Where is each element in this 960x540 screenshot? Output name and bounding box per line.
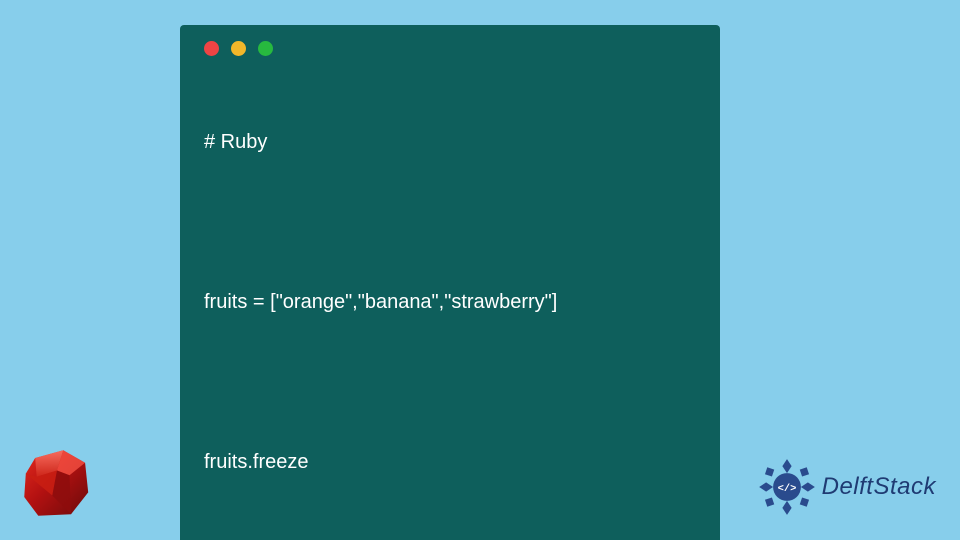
close-icon[interactable]	[204, 41, 219, 56]
code-line: # Ruby	[204, 128, 696, 156]
window-titlebar	[180, 25, 720, 64]
code-window: # Ruby fruits = ["orange","banana","stra…	[180, 25, 720, 540]
code-line: fruits.freeze	[204, 448, 696, 476]
svg-text:</>: </>	[777, 483, 796, 495]
code-line	[204, 212, 696, 232]
code-line: fruits = ["orange","banana","strawberry"…	[204, 288, 696, 316]
delftstack-badge-icon: </>	[758, 458, 816, 516]
code-line	[204, 372, 696, 392]
ruby-logo-icon	[18, 444, 96, 522]
maximize-icon[interactable]	[258, 41, 273, 56]
delftstack-logo: </> DelftStack	[758, 458, 936, 516]
minimize-icon[interactable]	[231, 41, 246, 56]
code-block: # Ruby fruits = ["orange","banana","stra…	[180, 64, 720, 540]
code-line	[204, 532, 696, 540]
delftstack-brand-text: DelftStack	[822, 473, 936, 501]
